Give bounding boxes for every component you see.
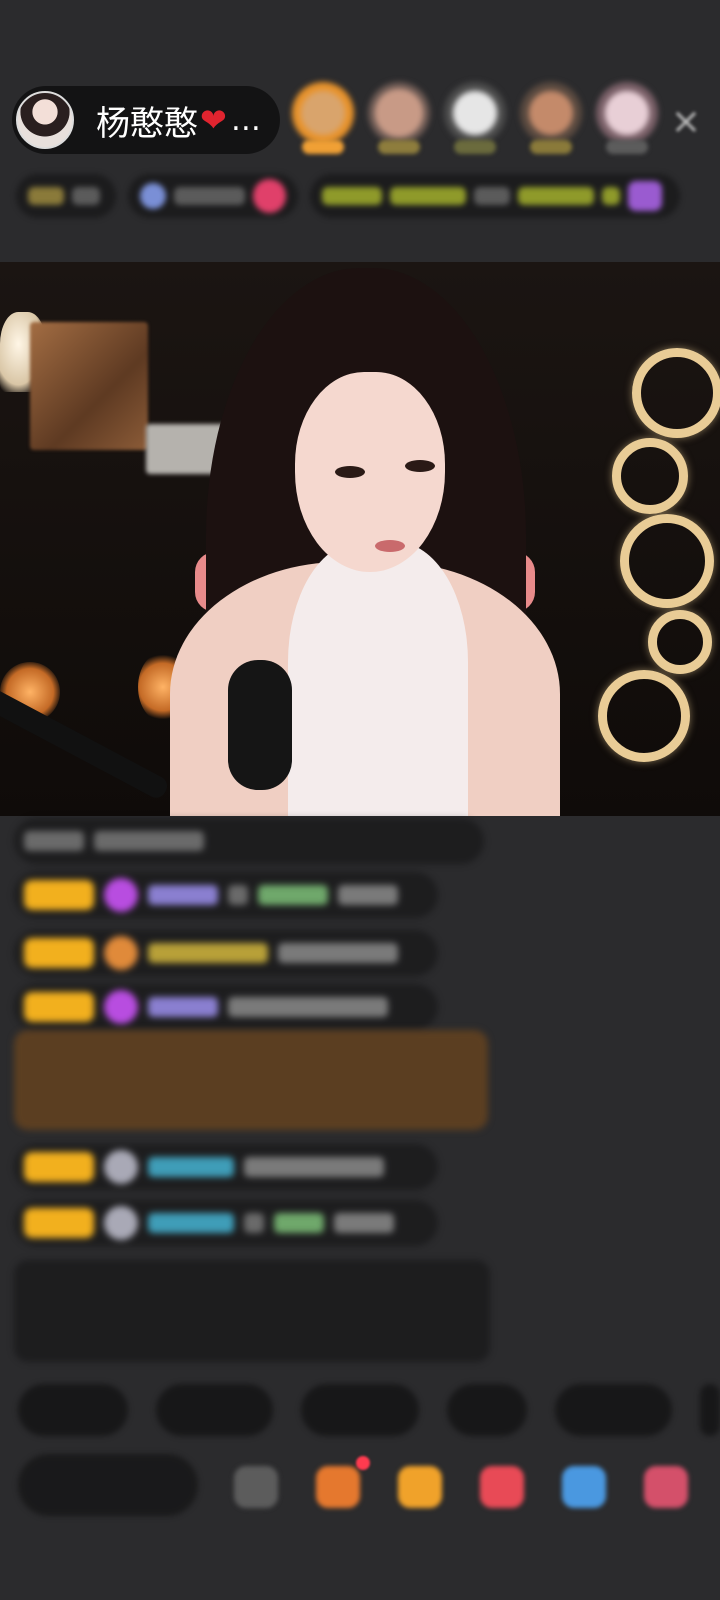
chat-message[interactable] — [14, 1200, 438, 1246]
quick-reply-button[interactable] — [554, 1384, 673, 1436]
chat-message[interactable] — [14, 1144, 438, 1190]
gift-message-card[interactable] — [14, 1030, 488, 1130]
more-icon[interactable] — [644, 1466, 688, 1508]
quick-reply-button[interactable] — [155, 1384, 274, 1436]
microphone — [228, 660, 292, 790]
background-frame — [30, 322, 148, 450]
share-icon[interactable] — [562, 1466, 606, 1508]
bottom-action-bar — [18, 1454, 720, 1524]
host-name[interactable]: 杨憨憨 ❤ … — [96, 96, 261, 145]
decor-ring — [612, 438, 688, 514]
quick-reply-button[interactable] — [446, 1384, 527, 1436]
close-icon[interactable]: × — [666, 102, 706, 142]
decor-ring — [648, 610, 712, 674]
system-notice-card — [14, 1260, 490, 1362]
streamer-eye — [405, 460, 435, 472]
viewer-avatar[interactable] — [520, 82, 582, 154]
chat-icon[interactable] — [234, 1466, 278, 1508]
chat-message[interactable] — [14, 984, 438, 1030]
chat-message[interactable] — [14, 818, 484, 864]
streamer-dress — [288, 542, 468, 816]
fans-pill[interactable] — [128, 174, 298, 218]
gift-icon[interactable] — [316, 1466, 360, 1508]
host-name-text: 杨憨憨 — [96, 103, 198, 144]
heart-gift-icon[interactable] — [480, 1466, 524, 1508]
rank-pill[interactable] — [16, 174, 116, 218]
quick-reply-button[interactable] — [700, 1384, 720, 1436]
host-info-pill[interactable]: 杨憨憨 ❤ … — [12, 86, 280, 154]
decor-ring — [632, 348, 720, 438]
name-ellipsis: … — [230, 102, 261, 138]
decor-ring — [620, 514, 714, 608]
streamer-mouth — [375, 540, 405, 552]
avatar — [104, 1150, 138, 1184]
live-video-stream[interactable] — [0, 262, 720, 816]
badge-icon — [104, 936, 138, 970]
avatar — [104, 1206, 138, 1240]
quick-reply-row — [18, 1384, 720, 1436]
decor-ring — [598, 670, 690, 762]
viewer-avatar[interactable] — [444, 82, 506, 154]
viewer-avatar[interactable] — [596, 82, 658, 154]
gem-icon — [104, 990, 138, 1024]
quick-reply-button[interactable] — [18, 1384, 128, 1436]
live-info-row — [16, 172, 706, 220]
quick-reply-button[interactable] — [301, 1384, 419, 1436]
top-viewers-list — [292, 82, 658, 154]
streamer-face — [295, 372, 445, 572]
viewer-avatar[interactable] — [368, 82, 430, 154]
activity-pill[interactable] — [310, 174, 680, 218]
live-header: 杨憨憨 ❤ … × — [0, 80, 720, 164]
streamer-eye — [335, 466, 365, 478]
viewer-avatar[interactable] — [292, 82, 354, 154]
gem-icon — [104, 878, 138, 912]
host-avatar[interactable] — [16, 91, 74, 149]
chat-message[interactable] — [14, 872, 438, 918]
notification-dot — [356, 1456, 370, 1470]
gift-icon[interactable] — [398, 1466, 442, 1508]
heart-icon: ❤ — [200, 101, 227, 139]
comment-input[interactable] — [18, 1454, 198, 1516]
chat-message[interactable] — [14, 930, 438, 976]
